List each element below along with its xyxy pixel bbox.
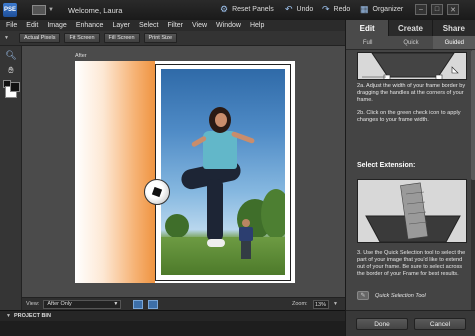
status-bar: View: After Only ▼ Zoom: 13% ▼ xyxy=(22,297,345,310)
tree xyxy=(261,189,285,239)
tree xyxy=(165,214,189,238)
view-select[interactable]: After Only ▼ xyxy=(43,299,122,309)
zoom-input[interactable]: 13% xyxy=(313,300,329,309)
panel-footer: Done Cancel xyxy=(346,310,475,336)
cancel-button[interactable]: Cancel xyxy=(414,318,466,330)
tab-share[interactable]: Share xyxy=(433,20,475,36)
expand-arrow-icon[interactable]: ▼ xyxy=(6,313,11,319)
app-logo: PSE xyxy=(3,3,17,17)
menu-edit[interactable]: Edit xyxy=(26,22,38,29)
background-man xyxy=(239,219,253,259)
minimize-button[interactable]: – xyxy=(415,4,427,15)
reset-panels-icon: ⚙ xyxy=(220,4,229,14)
toolbox: 🔍︎ ✋︎ xyxy=(0,46,22,336)
zoom-tool-icon[interactable]: 🔍︎ xyxy=(5,49,17,61)
step-2b-text: 2b. Click on the green check icon to app… xyxy=(357,110,461,123)
fill-screen-button[interactable]: Fill Screen xyxy=(103,33,140,43)
title-bar: PSE ▼ Welcome, Laura ⚙ Reset Panels ↶ Un… xyxy=(0,0,475,20)
tab-edit[interactable]: Edit xyxy=(346,20,390,36)
organizer-label: Organizer xyxy=(372,6,404,13)
step-2a-text: 2a. Adjust the width of your frame borde… xyxy=(357,83,466,103)
sub-tabs: Full Quick Guided xyxy=(346,36,475,50)
quick-selection-tool-row[interactable]: ✎ Quick Selection Tool xyxy=(357,291,426,300)
undo-icon: ↶ xyxy=(285,4,293,14)
soccer-photo xyxy=(161,69,285,275)
close-button[interactable]: ✕ xyxy=(447,4,459,15)
player-shoe xyxy=(207,239,225,247)
organizer-icon: ▦ xyxy=(360,4,369,14)
mode-tabs: Edit Create Share xyxy=(346,20,475,36)
actual-pixels-button[interactable]: Actual Pixels xyxy=(18,33,61,43)
player-leg xyxy=(207,179,223,241)
menu-filter[interactable]: Filter xyxy=(167,22,183,29)
tab-guided[interactable]: Guided xyxy=(432,36,475,49)
welcome-text: Welcome, Laura xyxy=(67,5,123,15)
chevron-down-icon[interactable]: ▼ xyxy=(48,7,54,13)
scroll-thumb[interactable] xyxy=(471,50,475,180)
zoom-dropdown-icon[interactable]: ▼ xyxy=(333,301,338,307)
zoom-label: Zoom: xyxy=(292,301,308,307)
right-panel: Edit Create Share Full Quick Guided 2a. … xyxy=(345,20,475,336)
options-bar: ▼ Actual Pixels Fit Screen Fill Screen P… xyxy=(0,31,345,46)
redo-icon: ↷ xyxy=(322,4,330,14)
tab-create[interactable]: Create xyxy=(389,20,433,36)
redo-button[interactable]: ↷ Redo xyxy=(322,5,350,14)
view-label: View: xyxy=(26,301,40,307)
menu-window[interactable]: Window xyxy=(216,22,241,29)
sync-layout-icon[interactable] xyxy=(148,299,159,309)
menu-layer[interactable]: Layer xyxy=(112,22,130,29)
player-face xyxy=(215,113,227,127)
tool-options-arrow-icon[interactable]: ▼ xyxy=(4,35,9,41)
chevron-down-icon: ▼ xyxy=(113,301,119,307)
orange-glow xyxy=(75,61,155,283)
section-title: Select Extension: xyxy=(357,162,416,169)
menu-help[interactable]: Help xyxy=(250,22,264,29)
reset-panels-button[interactable]: ⚙ Reset Panels xyxy=(220,5,274,14)
swap-layout-icon[interactable] xyxy=(133,299,144,309)
after-label: After xyxy=(75,53,87,59)
menu-image[interactable]: Image xyxy=(47,22,66,29)
menu-bar: File Edit Image Enhance Layer Select Fil… xyxy=(0,20,345,31)
menu-enhance[interactable]: Enhance xyxy=(76,22,104,29)
photo-frame xyxy=(155,64,291,281)
document-icon[interactable] xyxy=(32,5,46,15)
undo-label: Undo xyxy=(296,6,314,13)
project-bin-label: PROJECT BIN xyxy=(13,313,51,319)
undo-button[interactable]: ↶ Undo xyxy=(285,5,313,14)
guided-panel-body: 2a. Adjust the width of your frame borde… xyxy=(346,50,475,310)
menu-file[interactable]: File xyxy=(6,22,17,29)
soccer-ball xyxy=(144,179,170,205)
select-extension-illustration xyxy=(357,179,467,243)
player-torso xyxy=(203,131,237,169)
menu-view[interactable]: View xyxy=(192,22,207,29)
step-3-text: 3. Use the Quick Selection tool to selec… xyxy=(357,250,466,277)
frame-width-illustration xyxy=(357,52,467,80)
maximize-button[interactable]: □ xyxy=(431,4,443,15)
view-select-value: After Only xyxy=(47,301,72,307)
document-canvas[interactable] xyxy=(75,61,295,283)
canvas-area[interactable]: After xyxy=(22,46,345,297)
hand-tool-icon[interactable]: ✋︎ xyxy=(5,64,17,76)
print-size-button[interactable]: Print Size xyxy=(143,33,178,43)
color-swap-swatch[interactable] xyxy=(10,82,20,92)
fit-screen-button[interactable]: Fit Screen xyxy=(64,33,100,43)
redo-label: Redo xyxy=(333,6,351,13)
reset-panels-label: Reset Panels xyxy=(232,6,274,13)
done-button[interactable]: Done xyxy=(356,318,408,330)
menu-select[interactable]: Select xyxy=(139,22,158,29)
bottom-area xyxy=(0,321,345,336)
quick-selection-tool-label: Quick Selection Tool xyxy=(375,292,426,299)
panel-scrollbar[interactable] xyxy=(471,50,475,310)
project-bin-bar[interactable]: ▼ PROJECT BIN xyxy=(0,310,345,321)
tab-full[interactable]: Full xyxy=(346,36,389,49)
quick-selection-tool-icon[interactable]: ✎ xyxy=(357,291,369,300)
tab-quick[interactable]: Quick xyxy=(389,36,432,49)
organizer-button[interactable]: ▦ Organizer xyxy=(360,5,403,14)
